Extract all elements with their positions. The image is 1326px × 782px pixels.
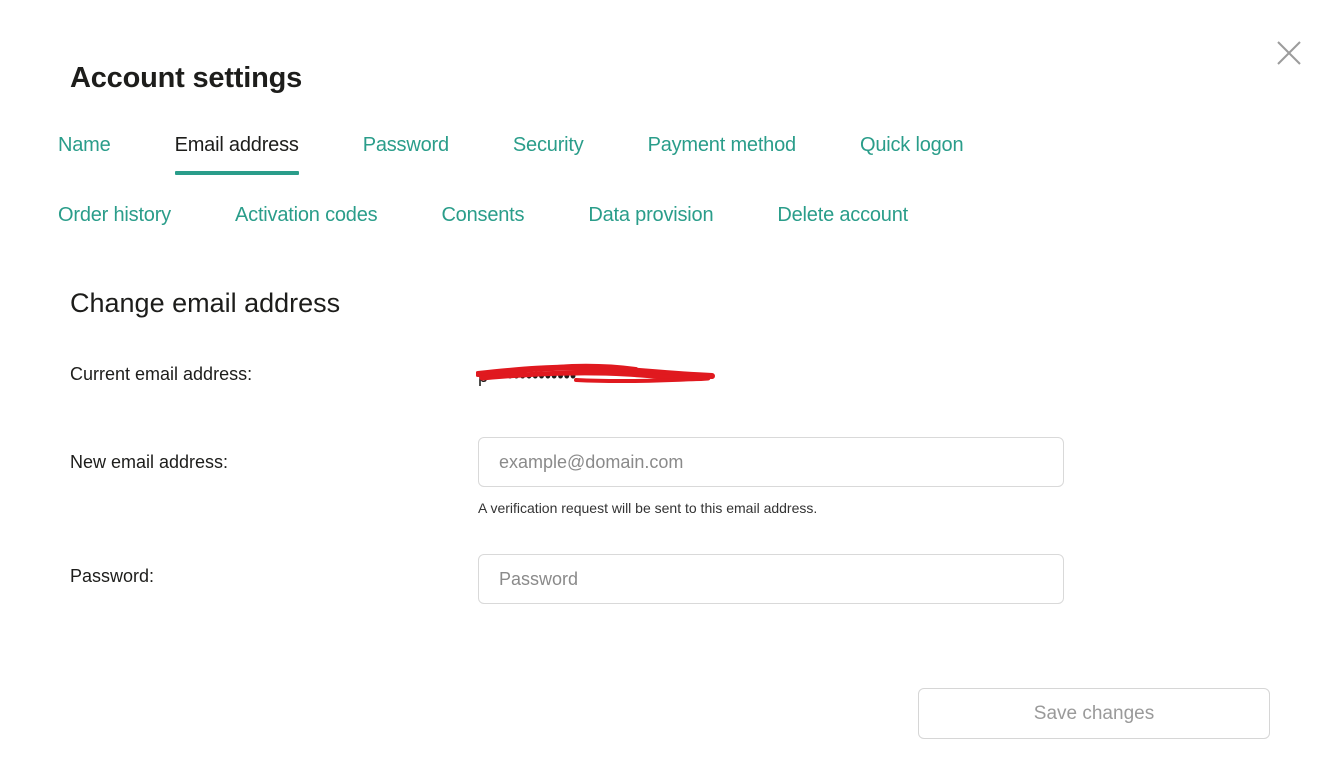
new-email-label: New email address: — [70, 452, 229, 472]
current-email-label: Current email address: — [70, 364, 253, 384]
close-icon — [1277, 41, 1301, 65]
password-label: Password: — [70, 566, 155, 586]
save-changes-button[interactable]: Save changes — [918, 688, 1270, 739]
tab-activation-codes[interactable]: Activation codes — [235, 204, 378, 245]
tabs-row-2: Order history Activation codes Consents … — [58, 204, 908, 245]
current-email-value: p•••••••••••••• — [476, 362, 716, 392]
dialog-title: Account settings — [70, 62, 303, 94]
tabs-row-1: Name Email address Password Security Pay… — [58, 134, 964, 175]
tab-delete-account[interactable]: Delete account — [777, 204, 908, 245]
tab-order-history[interactable]: Order history — [58, 204, 171, 245]
close-button[interactable] — [1274, 38, 1304, 68]
tab-data-provision[interactable]: Data provision — [588, 204, 713, 245]
verification-hint: A verification request will be sent to t… — [478, 500, 818, 516]
password-input[interactable] — [478, 554, 1064, 604]
tab-quick-logon[interactable]: Quick logon — [860, 134, 964, 175]
tab-password[interactable]: Password — [363, 134, 449, 175]
section-title: Change email address — [70, 288, 341, 318]
tab-payment-method[interactable]: Payment method — [648, 134, 797, 175]
tab-security[interactable]: Security — [513, 134, 584, 175]
tab-consents[interactable]: Consents — [441, 204, 524, 245]
redaction-scribble — [476, 363, 715, 384]
tab-email-address[interactable]: Email address — [174, 134, 299, 175]
tab-name[interactable]: Name — [58, 134, 111, 175]
new-email-input[interactable] — [478, 437, 1064, 487]
